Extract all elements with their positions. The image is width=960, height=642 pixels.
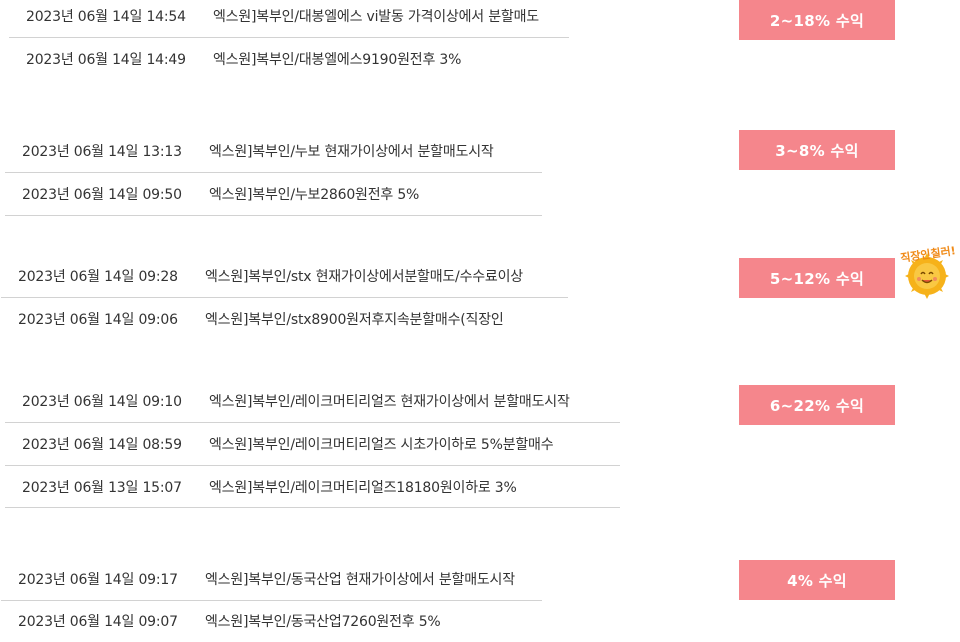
signal-date: 2023년 06월 14일 09:28 — [18, 269, 178, 285]
signal-message: 엑스원]복부인/레이크머티리얼즈18180원이하로 3% — [209, 480, 517, 496]
row-divider — [5, 215, 542, 216]
signal-date: 2023년 06월 14일 14:54 — [26, 9, 186, 25]
signal-row[interactable]: 2023년 06월 14일 14:54 엑스원]복부인/대봉엘에스 vi발동 가… — [26, 0, 539, 37]
signal-message: 엑스원]복부인/stx 현재가이상에서분할매도/수수료이상 — [205, 269, 523, 285]
signal-row[interactable]: 2023년 06월 14일 09:06 엑스원]복부인/stx8900원저후지속… — [18, 298, 504, 340]
signal-date: 2023년 06월 13일 15:07 — [22, 480, 182, 496]
smiling-sun-mascot-icon: 직장인칠러! — [897, 244, 959, 302]
profit-badge[interactable]: 6~22% 수익 — [739, 385, 895, 425]
signal-message: 엑스원]복부인/레이크머티리얼즈 시초가이하로 5%분할매수 — [209, 437, 554, 453]
signal-message: 엑스원]복부인/stx8900원저후지속분할매수(직장인 — [205, 312, 504, 328]
signal-row[interactable]: 2023년 06월 14일 09:50 엑스원]복부인/누보2860원전후 5% — [22, 173, 419, 215]
signal-row[interactable]: 2023년 06월 14일 14:49 엑스원]복부인/대봉엘에스9190원전후… — [26, 38, 461, 80]
profit-badge[interactable]: 4% 수익 — [739, 560, 895, 600]
row-divider — [5, 507, 620, 508]
signal-row[interactable]: 2023년 06월 14일 08:59 엑스원]복부인/레이크머티리얼즈 시초가… — [22, 423, 554, 465]
signal-row[interactable]: 2023년 06월 14일 09:17 엑스원]복부인/동국산업 현재가이상에서… — [18, 558, 515, 600]
signal-row[interactable]: 2023년 06월 14일 09:10 엑스원]복부인/레이크머티리얼즈 현재가… — [22, 380, 570, 422]
signal-message: 엑스원]복부인/대봉엘에스9190원전후 3% — [213, 52, 462, 68]
profit-badge[interactable]: 2~18% 수익 — [739, 0, 895, 40]
signal-message: 엑스원]복부인/누보 현재가이상에서 분할매도시작 — [209, 144, 494, 160]
signal-message: 엑스원]복부인/대봉엘에스 vi발동 가격이상에서 분할매도 — [213, 9, 539, 25]
signal-message: 엑스원]복부인/동국산업 현재가이상에서 분할매도시작 — [205, 572, 515, 588]
signal-date: 2023년 06월 14일 13:13 — [22, 144, 182, 160]
signal-row[interactable]: 2023년 06월 14일 09:07 엑스원]복부인/동국산업7260원전후 … — [18, 600, 441, 642]
signal-row[interactable]: 2023년 06월 13일 15:07 엑스원]복부인/레이크머티리얼즈1818… — [22, 466, 517, 508]
signal-date: 2023년 06월 14일 09:06 — [18, 312, 178, 328]
signal-message: 엑스원]복부인/레이크머티리얼즈 현재가이상에서 분할매도시작 — [209, 394, 570, 410]
signal-row[interactable]: 2023년 06월 14일 09:28 엑스원]복부인/stx 현재가이상에서분… — [18, 255, 523, 297]
signal-date: 2023년 06월 14일 14:49 — [26, 52, 186, 68]
profit-badge[interactable]: 3~8% 수익 — [739, 130, 895, 170]
signal-date: 2023년 06월 14일 09:17 — [18, 572, 178, 588]
signal-date: 2023년 06월 14일 08:59 — [22, 437, 182, 453]
signal-date: 2023년 06월 14일 09:10 — [22, 394, 182, 410]
signal-message: 엑스원]복부인/동국산업7260원전후 5% — [205, 614, 441, 630]
signal-date: 2023년 06월 14일 09:50 — [22, 187, 182, 203]
signal-message: 엑스원]복부인/누보2860원전후 5% — [209, 187, 420, 203]
signal-row[interactable]: 2023년 06월 14일 13:13 엑스원]복부인/누보 현재가이상에서 분… — [22, 130, 494, 172]
signal-date: 2023년 06월 14일 09:07 — [18, 614, 178, 630]
profit-badge[interactable]: 5~12% 수익 — [739, 258, 895, 298]
